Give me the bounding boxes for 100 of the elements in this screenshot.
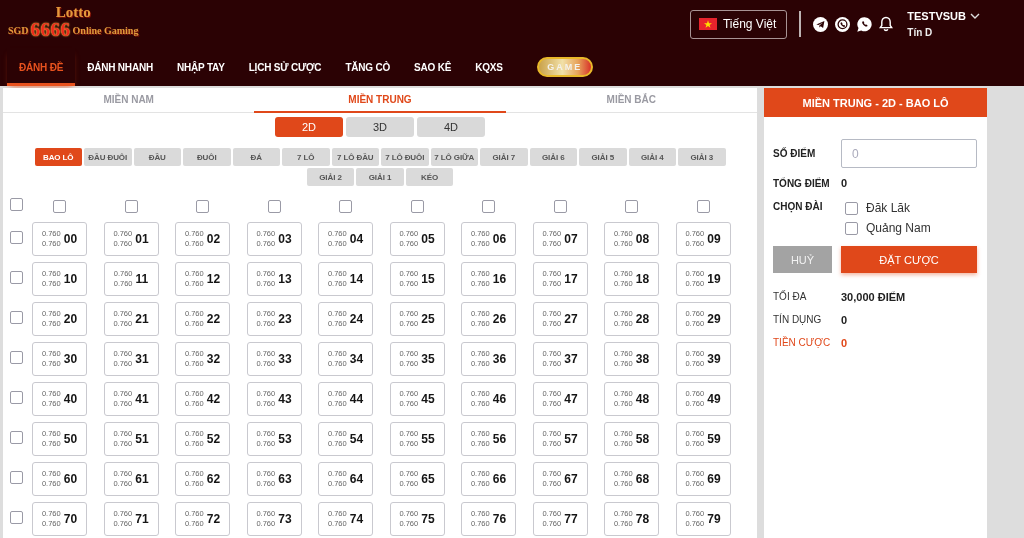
bet-type-tab[interactable]: GIẢI 3 — [678, 148, 726, 166]
checkbox[interactable] — [10, 271, 23, 284]
number-label: 29 — [707, 312, 721, 326]
checkbox[interactable] — [696, 199, 710, 213]
region-tab[interactable]: MIỀN TRUNG — [254, 88, 506, 113]
checkbox[interactable] — [625, 199, 638, 213]
number-label: 64 — [349, 472, 364, 486]
number-label: 74 — [349, 512, 364, 526]
bet-type-tab[interactable]: GIẢI 2 — [306, 168, 355, 186]
checkbox[interactable] — [10, 511, 23, 524]
bet-type-tab[interactable]: 7 LÔ ĐUÔI — [381, 148, 429, 166]
summary-label: TÍN DỤNG — [773, 314, 823, 325]
number-label: 32 — [206, 352, 221, 366]
phone-circle-icon[interactable] — [835, 16, 851, 32]
number-label: 41 — [135, 392, 149, 406]
place-bet-button[interactable]: ĐẶT CƯỢC — [841, 246, 977, 273]
checkbox[interactable] — [124, 199, 138, 213]
points-input[interactable]: 0 — [841, 139, 977, 168]
number-label: 76 — [492, 512, 507, 526]
caret-icon[interactable] — [970, 13, 980, 19]
nav-tab[interactable]: SAO KÊ — [402, 48, 464, 86]
checkbox[interactable] — [845, 201, 858, 215]
number-label: 78 — [635, 512, 650, 526]
number-label: 31 — [135, 352, 149, 366]
checkbox[interactable] — [10, 311, 23, 324]
bet-type-tab[interactable]: ĐẦU — [133, 148, 181, 166]
bet-type-tab[interactable]: GIẢI 4 — [628, 148, 676, 166]
number-label: 69 — [707, 472, 721, 486]
nav-tab[interactable]: KQXS — [463, 48, 515, 86]
number-label: 37 — [564, 352, 578, 366]
number-label: 55 — [421, 432, 435, 446]
logo-tagline: Online Gaming — [72, 24, 139, 36]
checkbox[interactable] — [10, 351, 23, 364]
number-label: 33 — [278, 352, 292, 366]
digit-type-tab[interactable]: 2D — [275, 117, 343, 137]
number-label: 45 — [421, 392, 435, 406]
field-label: SỐ ĐIỂM — [773, 148, 817, 159]
number-label: 07 — [564, 232, 578, 246]
bet-type-tab[interactable]: ĐÁ — [232, 148, 280, 166]
nav-tab[interactable]: TĂNG CÒ — [333, 48, 403, 86]
bet-type-tab[interactable]: GIẢI 7 — [480, 148, 528, 166]
number-label: 79 — [707, 512, 721, 526]
nav-tab[interactable]: NHẬP TAY — [164, 48, 237, 86]
nav-tab[interactable]: LỊCH SỬ CƯỢC — [236, 48, 334, 86]
summary-label: TIỀN CƯỢC — [773, 337, 832, 348]
number-label: 46 — [492, 392, 507, 406]
number-label: 08 — [635, 232, 650, 246]
number-label: 39 — [707, 352, 721, 366]
field-label: TỔNG ĐIỂM — [773, 177, 831, 189]
number-label: 38 — [635, 352, 650, 366]
digit-type-tab[interactable]: 3D — [346, 117, 414, 137]
checkbox[interactable] — [845, 221, 858, 235]
bet-type-tab[interactable]: 7 LÔ — [282, 148, 330, 166]
station-label[interactable]: Đăk Lăk — [866, 201, 911, 215]
field-label: CHỌN ĐÀI — [773, 201, 824, 212]
checkbox[interactable] — [482, 199, 495, 213]
number-label: 10 — [63, 272, 78, 286]
number-label: 20 — [63, 312, 78, 326]
bet-type-tab[interactable]: 7 LÔ GIỮA — [430, 148, 478, 166]
bet-type-tab[interactable]: ĐẦU ĐUÔI — [84, 148, 132, 166]
digit-type-tab[interactable]: 4D — [417, 117, 485, 137]
number-label: 25 — [421, 312, 435, 326]
checkbox[interactable] — [339, 199, 352, 213]
bet-type-tab[interactable]: GIẢI 6 — [529, 148, 577, 166]
checkbox[interactable] — [10, 198, 23, 211]
checkbox[interactable] — [53, 199, 66, 213]
number-label: 60 — [63, 472, 78, 486]
checkbox[interactable] — [196, 199, 209, 213]
bet-type-tab[interactable]: GIẢI 1 — [356, 168, 404, 186]
number-label: 14 — [349, 272, 364, 286]
user-name[interactable]: TESTVSUB — [907, 10, 966, 22]
bet-type-tab[interactable]: 7 LÔ ĐẦU — [331, 148, 379, 166]
logo-title: Lotto — [55, 4, 91, 20]
checkbox[interactable] — [10, 391, 23, 404]
station-label[interactable]: Quảng Nam — [866, 221, 931, 235]
number-label: 06 — [492, 232, 507, 246]
nav-tab[interactable]: ĐÁNH NHANH — [75, 48, 165, 86]
checkbox[interactable] — [267, 199, 281, 213]
bet-type-tab[interactable]: GIẢI 5 — [579, 148, 627, 166]
bet-type-tab[interactable]: KÉO — [405, 168, 454, 186]
bet-type-tab[interactable]: BAO LÔ — [34, 148, 82, 166]
checkbox[interactable] — [10, 431, 23, 444]
number-label: 28 — [635, 312, 650, 326]
checkbox[interactable] — [553, 199, 567, 213]
bell-icon[interactable] — [879, 16, 894, 32]
checkbox[interactable] — [10, 231, 23, 244]
checkbox[interactable] — [410, 199, 424, 213]
number-label: 24 — [349, 312, 364, 326]
number-label: 12 — [206, 272, 221, 286]
chat-bubble-icon[interactable] — [857, 16, 873, 32]
paper-plane-icon[interactable] — [813, 16, 829, 32]
number-label: 03 — [278, 232, 292, 246]
flag-icon — [698, 18, 717, 30]
language-button[interactable]: Tiếng Việt — [689, 9, 788, 39]
bet-slip-title: MIỀN TRUNG - 2D - BAO LÔ — [764, 88, 987, 117]
bet-type-tab[interactable]: ĐUÔI — [183, 148, 231, 166]
number-label: 77 — [564, 512, 578, 526]
number-label: 75 — [421, 512, 435, 526]
checkbox[interactable] — [10, 471, 23, 484]
number-label: 47 — [564, 392, 578, 406]
